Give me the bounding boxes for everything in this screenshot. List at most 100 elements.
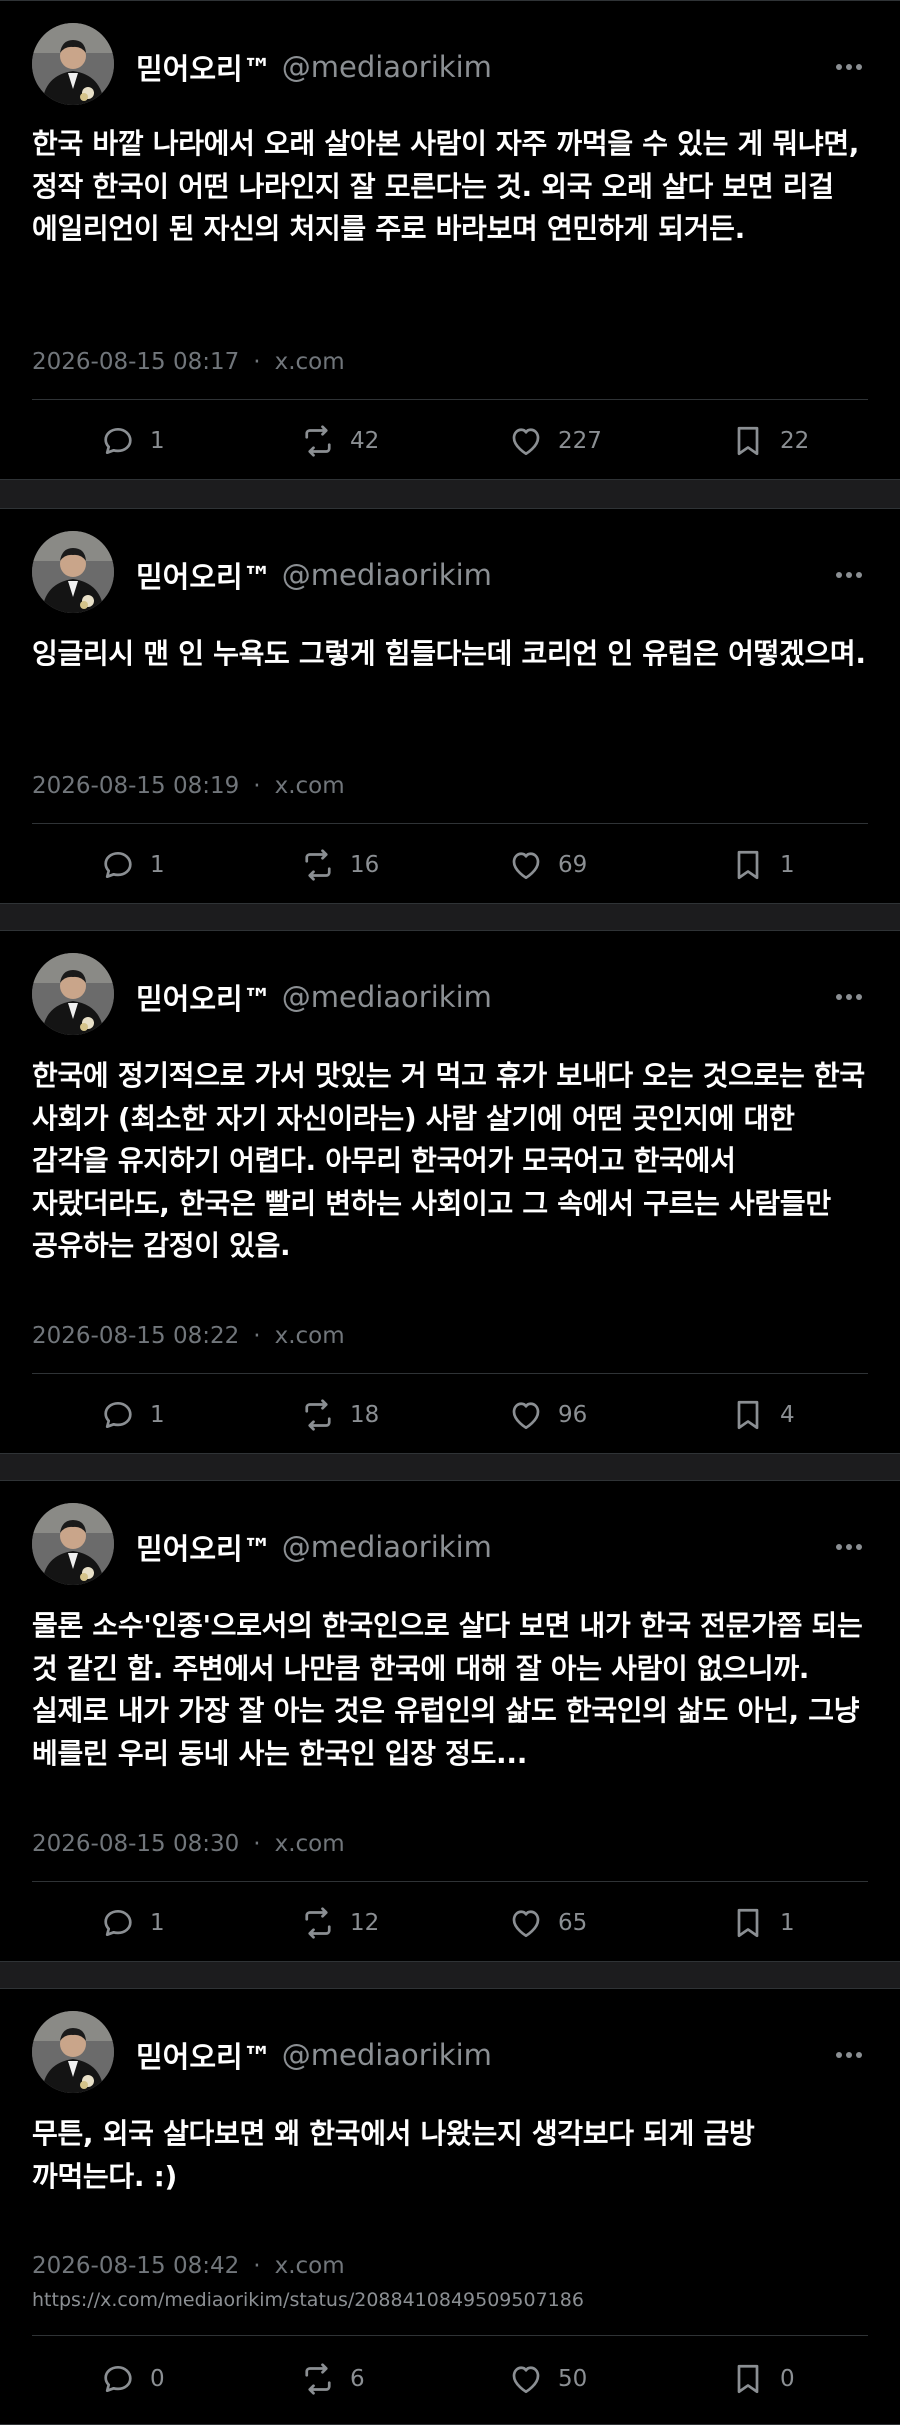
more-dots-icon[interactable] bbox=[834, 1537, 864, 1557]
retweet-button[interactable]: 16 bbox=[300, 845, 379, 885]
avatar[interactable] bbox=[32, 2011, 114, 2093]
post-card[interactable]: 믿어오리™ @mediaorikim 한국 바깥 나라에서 오래 살아본 사람이… bbox=[0, 0, 900, 480]
reply-count: 1 bbox=[150, 428, 165, 454]
like-button[interactable]: 227 bbox=[508, 421, 602, 461]
display-name[interactable]: 믿어오리™ bbox=[136, 976, 272, 1018]
reply-button[interactable]: 1 bbox=[100, 421, 165, 461]
display-name[interactable]: 믿어오리™ bbox=[136, 2034, 272, 2076]
bookmark-button[interactable]: 22 bbox=[730, 421, 809, 461]
bookmark-button[interactable]: 1 bbox=[730, 845, 795, 885]
avatar[interactable] bbox=[32, 531, 114, 613]
handle[interactable]: @mediaorikim bbox=[282, 558, 492, 592]
source: x.com bbox=[274, 2253, 345, 2279]
author-row[interactable]: 믿어오리™ @mediaorikim bbox=[136, 977, 492, 1017]
meta-separator: · bbox=[253, 773, 261, 799]
author-row[interactable]: 믿어오리™ @mediaorikim bbox=[136, 47, 492, 87]
like-count: 96 bbox=[558, 1402, 588, 1428]
tweet-text: 물론 소수'인종'으로서의 한국인으로 살다 보면 내가 한국 전문가쯤 되는 … bbox=[32, 1609, 863, 1770]
divider bbox=[32, 399, 868, 400]
speech-bubble-icon bbox=[104, 1401, 132, 1429]
tweet-text: 한국 바깥 나라에서 오래 살아본 사람이 자주 까먹을 수 있는 게 뭐냐면,… bbox=[32, 127, 860, 245]
like-count: 69 bbox=[558, 852, 588, 878]
display-name[interactable]: 믿어오리™ bbox=[136, 46, 272, 88]
avatar[interactable] bbox=[32, 23, 114, 105]
post-card[interactable]: 믿어오리™ @mediaorikim 잉글리시 맨 인 누욕도 그렇게 힘들다는… bbox=[0, 508, 900, 904]
more-dots-icon[interactable] bbox=[834, 2045, 864, 2065]
retweet-button[interactable]: 18 bbox=[300, 1395, 379, 1435]
timestamp[interactable]: 2026-08-15 08:22 bbox=[32, 1323, 239, 1349]
bookmark-count: 4 bbox=[780, 1402, 795, 1428]
post-card[interactable]: 믿어오리™ @mediaorikim 물론 소수'인종'으로서의 한국인으로 살… bbox=[0, 1480, 900, 1962]
action-bar: 1 12 65 1 bbox=[0, 1903, 900, 1943]
bookmark-icon bbox=[737, 1400, 759, 1430]
avatar-image bbox=[32, 23, 114, 105]
reply-button[interactable]: 1 bbox=[100, 845, 165, 885]
bookmark-icon bbox=[737, 1908, 759, 1938]
like-button[interactable]: 96 bbox=[508, 1395, 587, 1435]
source: x.com bbox=[274, 349, 345, 375]
bookmark-icon bbox=[737, 850, 759, 880]
status-link[interactable]: https://x.com/mediaorikim/status/2088410… bbox=[32, 2289, 584, 2311]
retweet-button[interactable]: 42 bbox=[300, 421, 379, 461]
timestamp[interactable]: 2026-08-15 08:17 bbox=[32, 349, 239, 375]
avatar-image bbox=[32, 953, 114, 1035]
display-name[interactable]: 믿어오리™ bbox=[136, 554, 272, 596]
reply-button[interactable]: 0 bbox=[100, 2359, 165, 2399]
more-dots-icon[interactable] bbox=[834, 987, 864, 1007]
bookmark-button[interactable]: 0 bbox=[730, 2359, 795, 2399]
reply-button[interactable]: 1 bbox=[100, 1903, 165, 1943]
like-button[interactable]: 69 bbox=[508, 845, 587, 885]
tweet-meta: 2026-08-15 08:22 · x.com bbox=[32, 1323, 345, 1349]
retweet-arrows-icon bbox=[305, 425, 331, 457]
handle[interactable]: @mediaorikim bbox=[282, 2038, 492, 2072]
retweet-button[interactable]: 6 bbox=[300, 2359, 365, 2399]
tweet-meta: 2026-08-15 08:30 · x.com bbox=[32, 1831, 345, 1857]
retweet-arrows-icon bbox=[305, 849, 331, 881]
avatar[interactable] bbox=[32, 953, 114, 1035]
retweet-count: 6 bbox=[350, 2366, 365, 2392]
timestamp[interactable]: 2026-08-15 08:30 bbox=[32, 1831, 239, 1857]
action-bar: 1 16 69 1 bbox=[0, 845, 900, 885]
tweet-text: 한국에 정기적으로 가서 맛있는 거 먹고 휴가 보내다 오는 것으로는 한국 … bbox=[32, 1059, 865, 1262]
post-card[interactable]: 믿어오리™ @mediaorikim 한국에 정기적으로 가서 맛있는 거 먹고… bbox=[0, 930, 900, 1454]
handle[interactable]: @mediaorikim bbox=[282, 1530, 492, 1564]
speech-bubble-icon bbox=[104, 427, 132, 455]
source: x.com bbox=[274, 1323, 345, 1349]
action-bar: 1 42 227 22 bbox=[0, 421, 900, 461]
bookmark-count: 22 bbox=[780, 428, 810, 454]
reply-count: 0 bbox=[150, 2366, 165, 2392]
divider bbox=[32, 823, 868, 824]
bookmark-count: 1 bbox=[780, 1910, 795, 1936]
heart-icon bbox=[512, 428, 540, 456]
reply-count: 1 bbox=[150, 1402, 165, 1428]
author-row[interactable]: 믿어오리™ @mediaorikim bbox=[136, 1527, 492, 1567]
tweet-meta: 2026-08-15 08:17 · x.com bbox=[32, 349, 345, 375]
avatar-image bbox=[32, 531, 114, 613]
reply-button[interactable]: 1 bbox=[100, 1395, 165, 1435]
avatar-image bbox=[32, 1503, 114, 1585]
speech-bubble-icon bbox=[104, 851, 132, 879]
like-button[interactable]: 50 bbox=[508, 2359, 587, 2399]
like-button[interactable]: 65 bbox=[508, 1903, 587, 1943]
retweet-arrows-icon bbox=[305, 1907, 331, 1939]
reply-count: 1 bbox=[150, 1910, 165, 1936]
avatar[interactable] bbox=[32, 1503, 114, 1585]
handle[interactable]: @mediaorikim bbox=[282, 980, 492, 1014]
retweet-button[interactable]: 12 bbox=[300, 1903, 379, 1943]
timestamp[interactable]: 2026-08-15 08:19 bbox=[32, 773, 239, 799]
divider bbox=[32, 1373, 868, 1374]
timestamp[interactable]: 2026-08-15 08:42 bbox=[32, 2253, 239, 2279]
divider bbox=[32, 2335, 868, 2336]
like-count: 227 bbox=[558, 428, 602, 454]
handle[interactable]: @mediaorikim bbox=[282, 50, 492, 84]
more-dots-icon[interactable] bbox=[834, 565, 864, 585]
like-count: 65 bbox=[558, 1910, 588, 1936]
author-row[interactable]: 믿어오리™ @mediaorikim bbox=[136, 2035, 492, 2075]
post-card[interactable]: 믿어오리™ @mediaorikim 무튼, 외국 살다보면 왜 한국에서 나왔… bbox=[0, 1988, 900, 2425]
tweet-text: 잉글리시 맨 인 누욕도 그렇게 힘들다는데 코리언 인 유럽은 어떻겠으며. bbox=[32, 637, 866, 670]
display-name[interactable]: 믿어오리™ bbox=[136, 1526, 272, 1568]
author-row[interactable]: 믿어오리™ @mediaorikim bbox=[136, 555, 492, 595]
more-dots-icon[interactable] bbox=[834, 57, 864, 77]
bookmark-button[interactable]: 1 bbox=[730, 1903, 795, 1943]
bookmark-button[interactable]: 4 bbox=[730, 1395, 795, 1435]
